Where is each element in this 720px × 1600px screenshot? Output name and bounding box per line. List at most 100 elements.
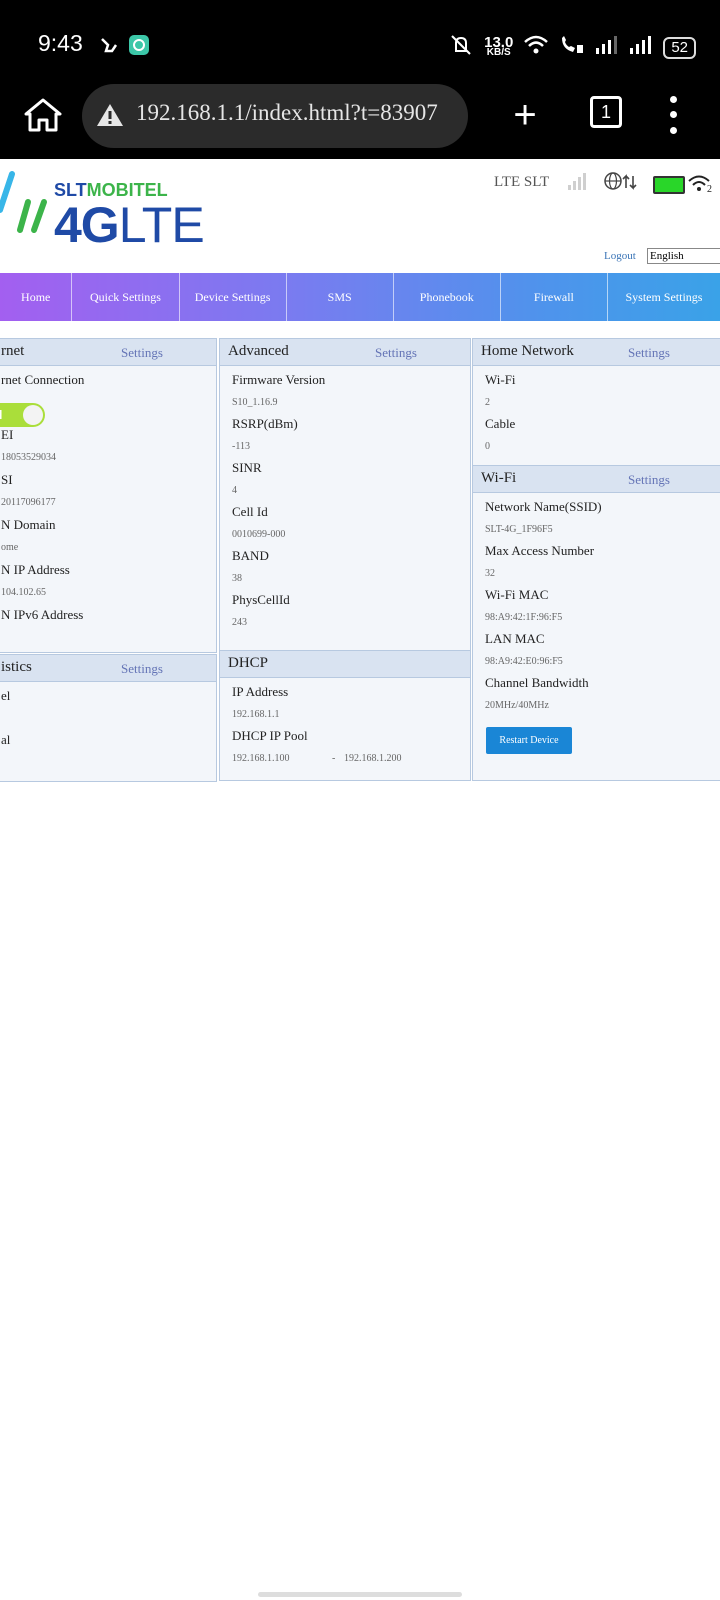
wifi-count-value: 2	[485, 397, 490, 408]
home-icon[interactable]	[20, 92, 66, 138]
home-network-settings-link[interactable]: Settings	[628, 345, 670, 361]
cell-id-label: Cell Id	[232, 504, 268, 519]
dhcp-pool-label: DHCP IP Pool	[232, 728, 308, 743]
wifi-mac-label: Wi-Fi MAC	[485, 587, 549, 602]
nav-device-settings[interactable]: Device Settings	[180, 273, 287, 321]
internet-panel: rnet Settings rnet Connection N EI 18053…	[0, 338, 217, 653]
wifi-clients-count: 2	[707, 184, 712, 195]
stat-label: el	[1, 688, 11, 703]
main-nav: Home Quick Settings Device Settings SMS …	[0, 273, 720, 321]
nav-sms[interactable]: SMS	[287, 273, 394, 321]
wifi-section-header: Wi-Fi Settings	[473, 465, 720, 493]
firmware-label: Firmware Version	[232, 372, 326, 387]
advanced-panel: Advanced Settings Firmware Version S10_1…	[219, 338, 471, 652]
sinr-label: SINR	[232, 460, 262, 475]
home-network-panel: Home Network Settings Wi-Fi 2 Cable 0 Wi…	[472, 338, 720, 781]
imsi-label: SI	[1, 472, 13, 487]
dhcp-ip-value: 192.168.1.1	[232, 709, 280, 720]
lan-mac-value: 98:A9:42:E0:96:F5	[485, 656, 563, 667]
domain-label: N Domain	[1, 517, 56, 532]
nav-firewall[interactable]: Firewall	[501, 273, 608, 321]
pci-value: 243	[232, 617, 247, 628]
ssid-value: SLT-4G_1F96F5	[485, 524, 553, 535]
wifi-call-icon	[559, 35, 585, 60]
internet-connection-toggle[interactable]: N	[0, 403, 45, 427]
nav-phonebook[interactable]: Phonebook	[394, 273, 501, 321]
nav-home[interactable]: Home	[0, 273, 73, 321]
cable-count-label: Cable	[485, 416, 516, 431]
wifi-clients-icon	[688, 174, 718, 199]
advanced-settings-link[interactable]: Settings	[375, 345, 417, 361]
stat-label: al	[1, 732, 11, 747]
max-access-label: Max Access Number	[485, 543, 595, 558]
panel-title: Wi-Fi	[481, 470, 517, 486]
bandwidth-value: 20MHz/40MHz	[485, 700, 549, 711]
panel-title: rnet	[1, 343, 25, 359]
ssid-label: Network Name(SSID)	[485, 499, 602, 514]
new-tab-icon[interactable]: +	[505, 92, 545, 138]
panel-title: Advanced	[228, 343, 289, 359]
logo-4glte: 4GLTE	[54, 197, 205, 253]
address-bar[interactable]: 192.168.1.1/index.html?t=83907	[82, 84, 468, 148]
mute-icon	[448, 34, 474, 61]
rsrp-label: RSRP(dBm)	[232, 416, 298, 431]
statistics-panel: istics Settings el al	[0, 654, 217, 782]
imsi-value: 20117096177	[1, 497, 56, 508]
panel-title: Home Network	[481, 343, 574, 359]
imei-label: EI	[1, 427, 14, 442]
domain-value: ome	[1, 542, 19, 553]
signal-icon-2	[629, 36, 653, 59]
connection-label: rnet Connection	[1, 372, 85, 387]
dhcp-ip-label: IP Address	[232, 684, 289, 699]
cable-count-value: 0	[485, 441, 490, 452]
warning-icon[interactable]	[96, 102, 124, 133]
imei-value: 18053529034	[1, 452, 56, 463]
statistics-settings-link[interactable]: Settings	[121, 661, 163, 677]
wifi-mac-value: 98:A9:42:1F:96:F5	[485, 612, 563, 623]
url-text[interactable]: 192.168.1.1/index.html?t=83907	[136, 100, 461, 126]
wifi-settings-link[interactable]: Settings	[628, 472, 670, 488]
gesture-icon	[98, 35, 120, 60]
internet-settings-link[interactable]: Settings	[121, 345, 163, 361]
battery-icon: 52	[663, 36, 696, 59]
wifi-icon	[523, 35, 549, 60]
browser-toolbar: 192.168.1.1/index.html?t=83907 + 1	[0, 80, 720, 159]
signal-strength-icon	[568, 172, 586, 190]
dhcp-pool-start: 192.168.1.100	[232, 753, 290, 764]
restart-device-button[interactable]: Restart Device	[486, 727, 572, 754]
globe-data-icon	[604, 172, 638, 197]
dhcp-pool-end: 192.168.1.200	[344, 753, 402, 764]
lan-mac-label: LAN MAC	[485, 631, 545, 646]
panel-title: istics	[1, 659, 32, 675]
max-access-value: 32	[485, 568, 495, 579]
gesture-bar[interactable]	[258, 1592, 462, 1597]
cell-id-value: 0010699-000	[232, 529, 286, 540]
dhcp-pool-separator: -	[332, 753, 336, 764]
clock: 9:43	[38, 30, 83, 56]
bandwidth-label: Channel Bandwidth	[485, 675, 589, 690]
wan-ipv6-label: N IPv6 Address	[1, 607, 84, 622]
rsrp-value: -113	[232, 441, 250, 452]
wifi-count-label: Wi-Fi	[485, 372, 516, 387]
sinr-value: 4	[232, 485, 237, 496]
device-battery-icon	[653, 176, 685, 194]
band-value: 38	[232, 573, 242, 584]
wan-ip-label: N IP Address	[1, 562, 70, 577]
logout-link[interactable]: Logout	[604, 250, 636, 262]
more-menu-icon[interactable]	[664, 92, 682, 138]
nav-quick-settings[interactable]: Quick Settings	[72, 273, 180, 321]
speed-indicator: 13.0 KB/S	[484, 33, 514, 58]
language-select[interactable]: English	[647, 248, 720, 264]
firmware-value: S10_1.16.9	[232, 397, 278, 408]
signal-icon	[595, 36, 619, 59]
logo-mark	[0, 168, 52, 253]
wan-ip-value: 104.102.65	[1, 587, 46, 598]
dhcp-panel: DHCP IP Address 192.168.1.1 DHCP IP Pool…	[219, 650, 471, 781]
nav-system-settings[interactable]: System Settings	[608, 273, 720, 321]
status-bar: 9:43 13.0 KB/S 52	[0, 0, 720, 80]
network-name: LTE SLT	[494, 174, 550, 190]
app-notification-icon	[128, 34, 150, 61]
panel-title: DHCP	[228, 655, 269, 671]
tab-switcher-button[interactable]: 1	[590, 96, 622, 128]
band-label: BAND	[232, 548, 269, 563]
